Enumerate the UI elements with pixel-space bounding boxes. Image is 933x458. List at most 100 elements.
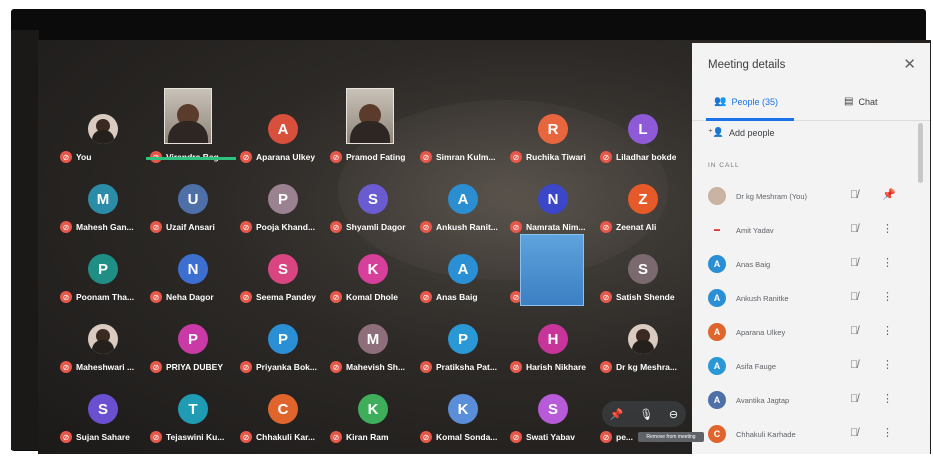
participant-tile[interactable]: A ⊘ Ankush Ranit... <box>420 184 510 250</box>
participant-row[interactable]: A Asifa Fauge 🎙̸ ⋮ <box>692 351 922 383</box>
participant-name: Pratiksha Pat... <box>436 362 497 372</box>
mic-off-icon[interactable]: 🎙̸ <box>850 291 858 303</box>
video-feed[interactable] <box>164 88 212 144</box>
avatar: A <box>708 323 726 341</box>
participant-tile[interactable]: P ⊘ Priyanka Bok... <box>240 324 330 390</box>
avatar: S <box>538 394 568 424</box>
participant-row[interactable]: A Anas Baig 🎙̸ ⋮ <box>692 249 922 281</box>
more-options-icon[interactable]: ⋮ <box>882 290 893 303</box>
participant-tile[interactable]: N ⊘ Neha Dagor <box>150 254 240 320</box>
more-options-icon[interactable]: ⋮ <box>882 222 893 235</box>
participant-row[interactable]: A Avantika Jagtap 🎙̸ ⋮ <box>692 385 922 417</box>
participant-label: ⊘ Maheshwari ... <box>60 360 160 374</box>
participant-tile[interactable]: P ⊘ Pooja Khand... <box>240 184 330 250</box>
participant-name: Ankush Ranitke <box>736 294 789 303</box>
mic-off-icon: ⊘ <box>60 221 72 233</box>
tab-chat[interactable]: ▤ Chat <box>844 96 877 107</box>
more-options-icon[interactable]: ⋮ <box>882 358 893 371</box>
participant-row[interactable]: Dr kg Meshram (You) 🎙̸ 📌 <box>692 181 922 213</box>
close-icon[interactable]: ✕ <box>903 55 916 73</box>
participant-tile[interactable]: S ⊘ Satish Shende <box>600 254 690 320</box>
avatar: P <box>448 324 478 354</box>
participant-tile[interactable]: S ⊘ Swati Yabav <box>510 394 600 458</box>
participant-tile[interactable]: ⊘ Dr kg Meshra... <box>600 324 690 390</box>
avatar <box>628 324 658 354</box>
mic-off-icon: ⊘ <box>600 291 612 303</box>
participant-row[interactable]: A Aparana Ulkey 🎙̸ ⋮ <box>692 317 922 349</box>
panel-scrollbar[interactable] <box>918 123 923 183</box>
tab-people[interactable]: 👥 People (35) <box>714 96 778 107</box>
mic-off-icon[interactable]: 🎙̸ <box>850 189 858 201</box>
more-options-icon[interactable]: ⋮ <box>882 324 893 337</box>
participant-tile[interactable]: Z ⊘ Zeenat Ali <box>600 184 690 250</box>
participant-tile[interactable]: M ⊘ Mahevish Sh... <box>330 324 420 390</box>
participant-label: ⊘ Anas Baig <box>420 290 520 304</box>
participant-label: ⊘ Ankush Ranit... <box>420 220 520 234</box>
participant-tile[interactable]: S ⊘ Shyamli Dagor <box>330 184 420 250</box>
avatar: A <box>708 289 726 307</box>
participant-name: Chhakuli Karhade <box>736 430 796 439</box>
participant-tile[interactable]: K ⊘ Komal Dhole <box>330 254 420 320</box>
video-feed[interactable] <box>346 88 394 144</box>
participant-label: ⊘ Komal Dhole <box>330 290 430 304</box>
avatar: A <box>448 254 478 284</box>
participant-label: ⊘ Tejaswini Ku... <box>150 430 250 444</box>
participant-tile[interactable]: ⊘ Simran Kulm... <box>420 114 510 180</box>
pin-icon[interactable]: 📌 <box>610 408 624 421</box>
mic-off-icon[interactable]: 🎙̸ <box>850 257 858 269</box>
participant-tile[interactable]: ⊘ You <box>60 114 150 180</box>
mic-off-icon[interactable]: 🎙̸ <box>850 359 858 371</box>
participant-tile[interactable]: R ⊘ Ruchika Tiwari <box>510 114 600 180</box>
mic-off-icon[interactable]: 🎙̸ <box>850 325 858 337</box>
remove-icon[interactable]: ⊖ <box>669 408 678 421</box>
participant-tile[interactable]: C ⊘ Chhakuli Kar... <box>240 394 330 458</box>
participant-tile[interactable]: A ⊘ Anas Baig <box>420 254 510 320</box>
avatar: S <box>268 254 298 284</box>
avatar: M <box>358 324 388 354</box>
participant-tile[interactable]: K ⊘ Kiran Ram <box>330 394 420 458</box>
avatar <box>88 324 118 354</box>
video-feed[interactable] <box>520 234 584 306</box>
mic-off-icon[interactable]: 🎙̸ <box>850 393 858 405</box>
participant-tile[interactable]: P ⊘ Poonam Tha... <box>60 254 150 320</box>
participant-tile[interactable]: ⊘ Maheshwari ... <box>60 324 150 390</box>
mic-off-icon: ⊘ <box>330 431 342 443</box>
avatar: K <box>358 254 388 284</box>
participant-label: ⊘ Sujan Sahare <box>60 430 160 444</box>
participant-tile[interactable]: T ⊘ Tejaswini Ku... <box>150 394 240 458</box>
participant-tile[interactable]: A ⊘ Aparana Ulkey <box>240 114 330 180</box>
mic-off-icon: ⊘ <box>240 151 252 163</box>
participant-tile[interactable]: P ⊘ PRIYA DUBEY <box>150 324 240 390</box>
participant-tile[interactable]: S ⊘ Sujan Sahare <box>60 394 150 458</box>
mic-off-icon: ⊘ <box>510 221 522 233</box>
participant-tile[interactable]: K ⊘ Komal Sonda... <box>420 394 510 458</box>
mic-off-icon: ⊘ <box>150 361 162 373</box>
mic-off-icon: ⊘ <box>150 291 162 303</box>
more-options-icon[interactable]: ⋮ <box>882 392 893 405</box>
participant-tile[interactable]: S ⊘ Seema Pandey <box>240 254 330 320</box>
mic-off-icon: ⊘ <box>150 431 162 443</box>
participant-row[interactable]: C Chhakuli Karhade 🎙̸ ⋮ <box>692 419 922 451</box>
mic-off-icon[interactable]: 🎙̸ <box>850 427 858 439</box>
mic-off-icon: ⊘ <box>240 431 252 443</box>
participant-tile[interactable]: L ⊘ Liladhar bokde <box>600 114 690 180</box>
participant-name: Aparana Ulkey <box>736 328 786 337</box>
more-options-icon[interactable]: ⋮ <box>882 256 893 269</box>
mute-icon[interactable]: 🎙 <box>639 408 653 421</box>
participant-name: Poonam Tha... <box>76 292 135 302</box>
participant-tile[interactable]: H ⊘ Harish Nikhare <box>510 324 600 390</box>
more-options-icon[interactable]: ⋮ <box>882 426 893 439</box>
pin-icon[interactable]: 📌 <box>882 188 896 201</box>
participant-label: ⊘ Zeenat Ali <box>600 220 700 234</box>
participant-label: ⊘ Neha Dagor <box>150 290 250 304</box>
participant-tile[interactable]: P ⊘ Pratiksha Pat... <box>420 324 510 390</box>
mic-off-icon: ⊘ <box>510 151 522 163</box>
participant-tile[interactable]: U ⊘ Uzaif Ansari <box>150 184 240 250</box>
participant-row[interactable]: ▬ Amit Yadav 🎙̸ ⋮ <box>692 215 922 247</box>
participant-tile[interactable]: M ⊘ Mahesh Gan... <box>60 184 150 250</box>
avatar: P <box>88 254 118 284</box>
participant-label: ⊘ Pramod Fating <box>330 150 430 164</box>
add-people-button[interactable]: ⁺👤 Add people <box>708 127 775 138</box>
participant-row[interactable]: A Ankush Ranitke 🎙̸ ⋮ <box>692 283 922 315</box>
mic-off-icon[interactable]: 🎙̸ <box>850 223 858 235</box>
